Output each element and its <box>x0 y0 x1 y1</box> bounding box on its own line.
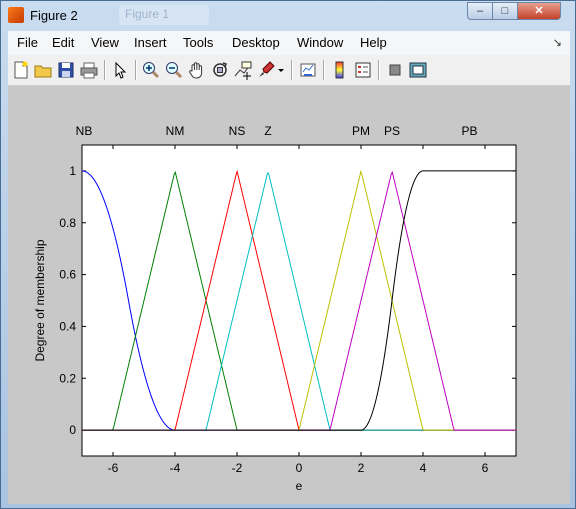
x-axis-label: e <box>296 479 303 493</box>
y-tick-label: 0 <box>69 423 76 437</box>
brush-dropdown-icon[interactable] <box>276 60 286 80</box>
toolbar-separator <box>104 60 106 80</box>
series-label-z: Z <box>264 124 271 138</box>
rotate-3d-icon[interactable] <box>210 60 230 80</box>
x-tick-label: 6 <box>482 461 489 475</box>
zoom-in-icon[interactable] <box>141 60 161 80</box>
series-label-pb: PB <box>461 124 477 138</box>
series-label-nb: NB <box>76 124 93 138</box>
link-plot-icon[interactable] <box>298 60 318 80</box>
dock-arrow-icon[interactable]: ↘ <box>553 36 562 49</box>
toolbar-separator <box>323 60 325 80</box>
figure-canvas: -6 -4 -2 0 2 4 6 0 0.2 0.4 0.6 0.8 1 e Degree of membe… <box>8 86 570 504</box>
print-icon[interactable] <box>79 60 99 80</box>
toolbar-separator <box>135 60 137 80</box>
background-window-tab[interactable]: Figure 1 <box>119 5 209 25</box>
menu-bar: File Edit View Insert Tools Desktop Wind… <box>8 31 570 55</box>
y-tick-label: 0.4 <box>59 319 76 333</box>
x-tick-label: 0 <box>296 461 303 475</box>
menu-help[interactable]: Help <box>360 35 387 50</box>
y-tick-label: 0.6 <box>59 268 76 282</box>
close-button[interactable]: ✕ <box>517 2 561 20</box>
menu-tools[interactable]: Tools <box>183 35 213 50</box>
series-label-pm: PM <box>352 124 370 138</box>
window-title: Figure 2 <box>30 8 78 23</box>
y-tick-label: 0.8 <box>59 216 76 230</box>
x-tick-label: -2 <box>232 461 243 475</box>
figure-toolbar <box>8 55 570 86</box>
y-axis-label: Degree of membership <box>33 239 47 361</box>
legend-icon[interactable] <box>353 60 373 80</box>
y-tick-label: 0.2 <box>59 371 76 385</box>
x-tick-label: 4 <box>420 461 427 475</box>
x-tick-label: -6 <box>108 461 119 475</box>
figure-client-area: File Edit View Insert Tools Desktop Wind… <box>8 31 570 504</box>
y-tick-label: 1 <box>69 164 76 178</box>
pan-hand-icon[interactable] <box>187 60 207 80</box>
save-icon[interactable] <box>56 60 76 80</box>
series-label-ns: NS <box>229 124 246 138</box>
series-label-nm: NM <box>166 124 185 138</box>
matlab-logo-icon <box>8 7 24 23</box>
brush-icon[interactable] <box>256 60 276 80</box>
minimize-button[interactable]: – <box>467 2 493 20</box>
menu-view[interactable]: View <box>91 35 119 50</box>
colorbar-icon[interactable] <box>330 60 350 80</box>
membership-plot: -6 -4 -2 0 2 4 6 0 0.2 0.4 0.6 0.8 1 e Degree of membe… <box>33 124 517 493</box>
series-label-ps: PS <box>384 124 400 138</box>
open-file-icon[interactable] <box>33 60 53 80</box>
maximize-button[interactable]: □ <box>492 2 518 20</box>
show-plot-tools-icon[interactable] <box>408 60 428 80</box>
x-tick-label: 2 <box>358 461 365 475</box>
menu-file[interactable]: File <box>17 35 38 50</box>
menu-window[interactable]: Window <box>297 35 343 50</box>
figure-window: Figure 2 Figure 1 – □ ✕ File Edit View I… <box>0 0 576 509</box>
background-window-title: Figure 1 <box>125 7 170 21</box>
menu-desktop[interactable]: Desktop <box>232 35 280 50</box>
zoom-out-icon[interactable] <box>164 60 184 80</box>
new-figure-icon[interactable] <box>11 60 31 80</box>
toolbar-separator <box>378 60 380 80</box>
select-arrow-icon[interactable] <box>110 60 130 80</box>
menu-edit[interactable]: Edit <box>52 35 74 50</box>
title-bar[interactable]: Figure 2 Figure 1 – □ ✕ <box>1 1 575 31</box>
hide-plot-tools-icon[interactable] <box>385 60 405 80</box>
data-cursor-icon[interactable] <box>233 60 253 80</box>
x-tick-label: -4 <box>170 461 181 475</box>
toolbar-separator <box>291 60 293 80</box>
menu-insert[interactable]: Insert <box>134 35 167 50</box>
